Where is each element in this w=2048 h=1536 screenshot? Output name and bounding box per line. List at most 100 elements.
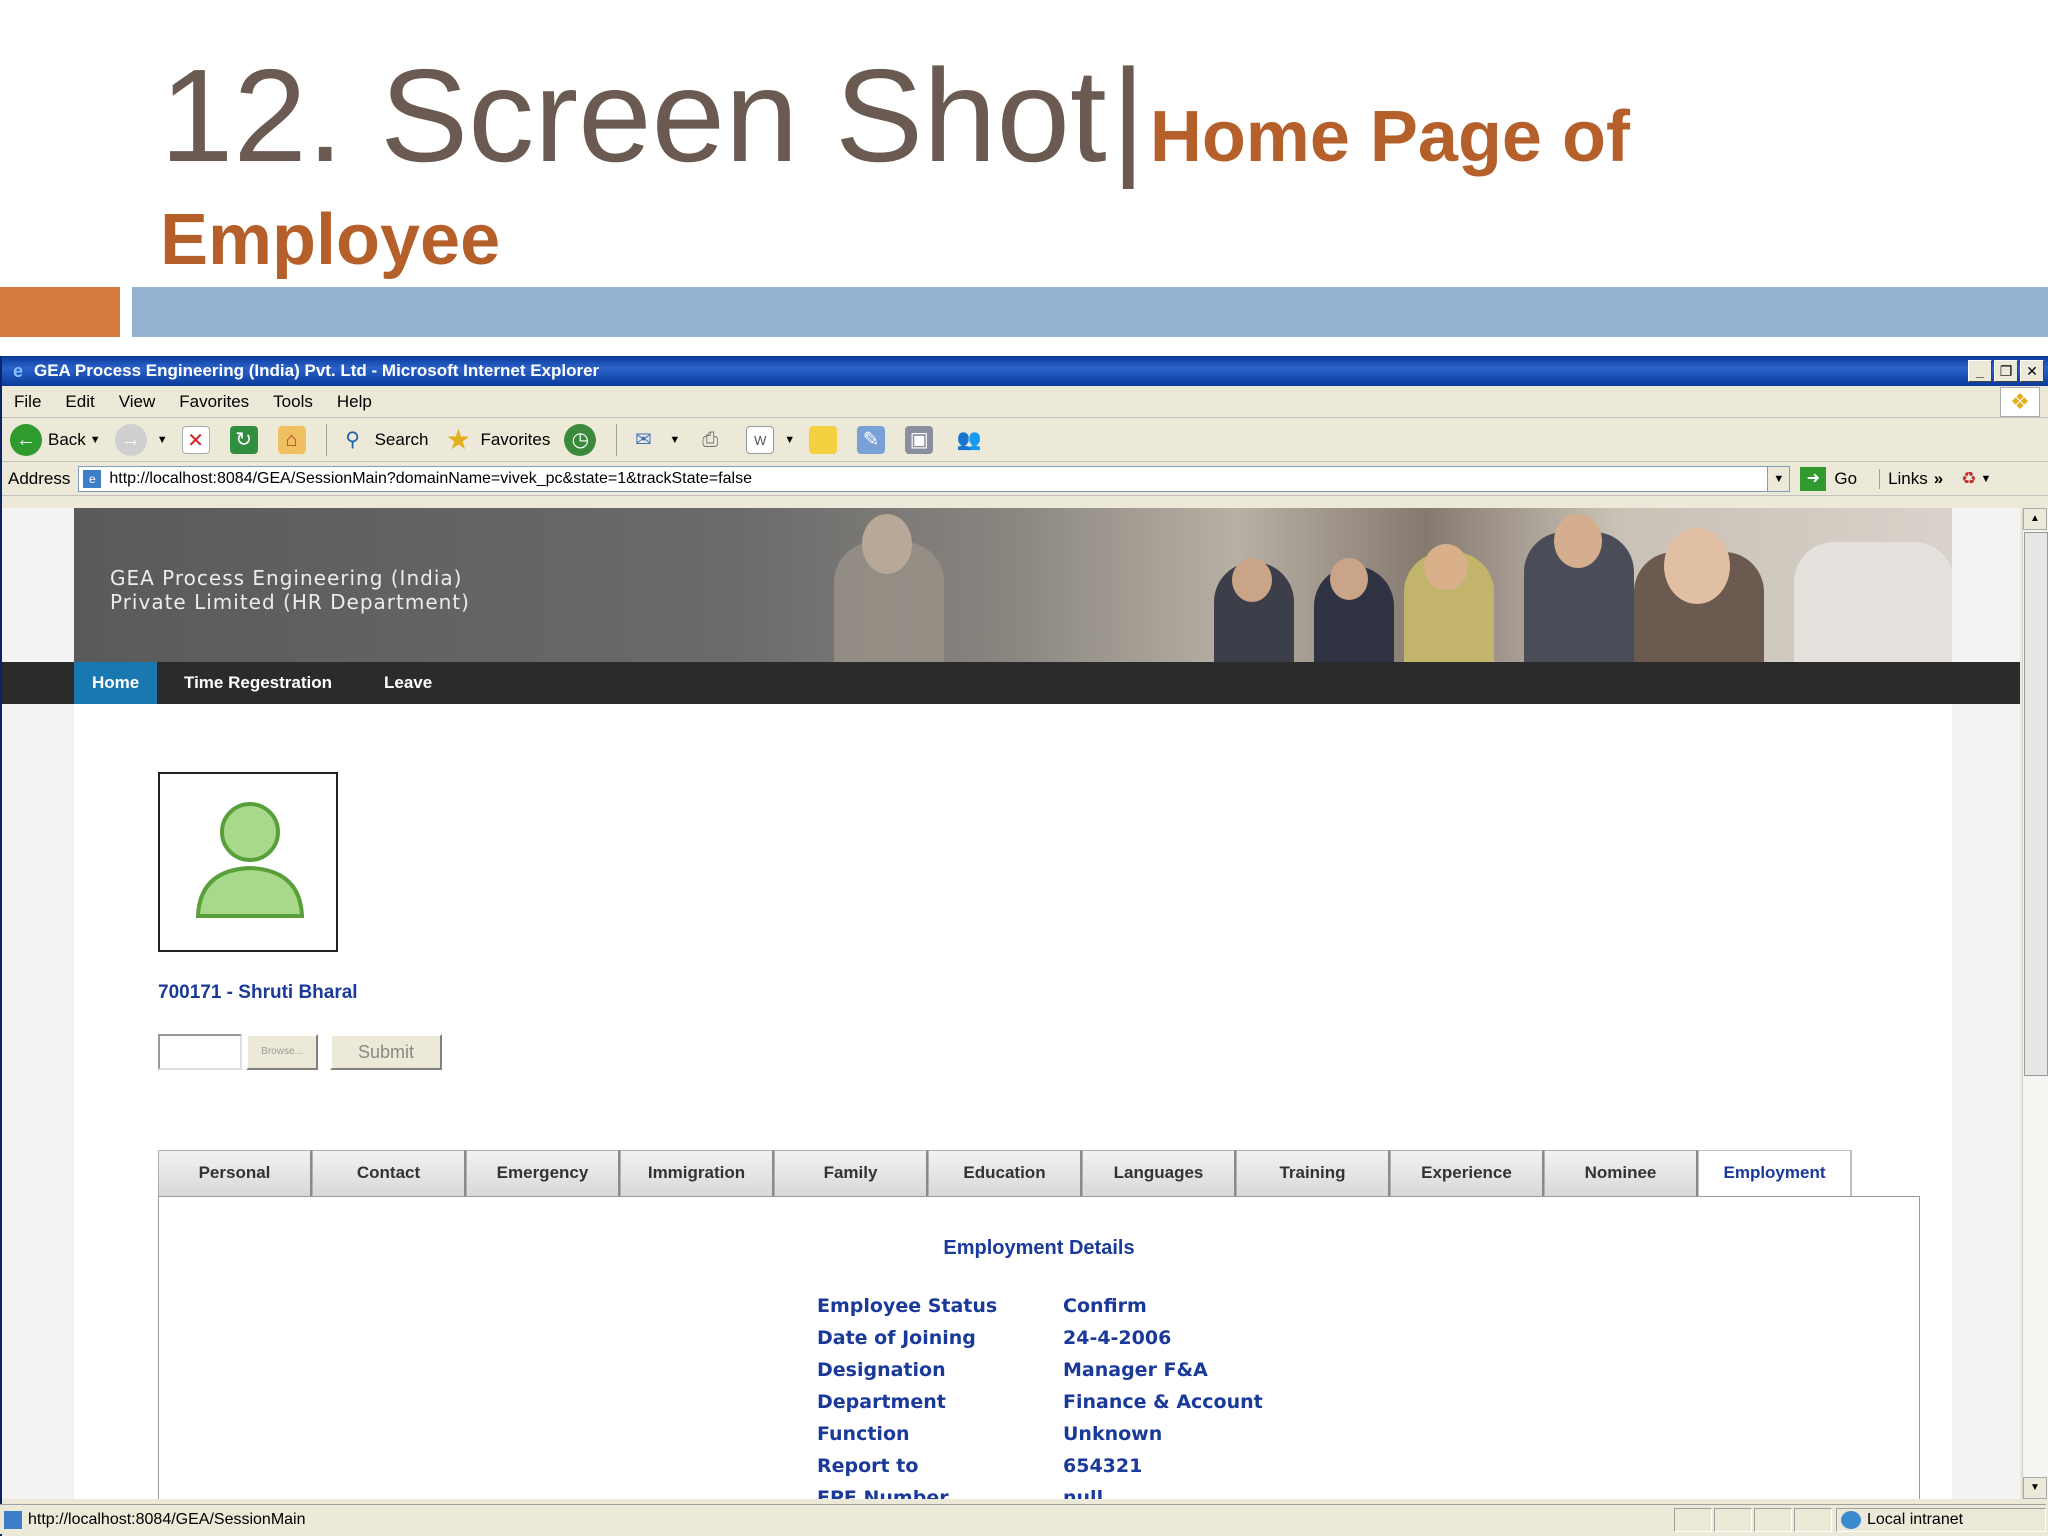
forward-dropdown-icon[interactable]: ▼ xyxy=(157,434,168,446)
messenger-button[interactable]: ✎ xyxy=(857,425,891,454)
tab-experience[interactable]: Experience xyxy=(1390,1150,1544,1196)
print-icon: ⎙ xyxy=(702,428,719,451)
forward-button[interactable]: → ▼ xyxy=(114,423,168,456)
tab-languages[interactable]: Languages xyxy=(1082,1150,1236,1196)
web-page: GEA Process Engineering (India) Private … xyxy=(2,508,2020,1499)
stop-icon: ✕ xyxy=(181,425,210,454)
media-button[interactable]: ▣ xyxy=(905,425,939,454)
menu-edit[interactable]: Edit xyxy=(65,392,94,412)
toolbar-separator xyxy=(616,423,618,456)
company-line-1: GEA Process Engineering (India) xyxy=(110,566,463,590)
browse-button[interactable]: Browse... xyxy=(246,1034,318,1070)
menu-tools[interactable]: Tools xyxy=(273,392,313,412)
contacts-button[interactable]: 👥 xyxy=(953,424,991,456)
tab-contact[interactable]: Contact xyxy=(312,1150,466,1196)
employment-panel: Employment Details Employee Status Confi… xyxy=(158,1196,1920,1499)
tab-emergency[interactable]: Emergency xyxy=(466,1150,620,1196)
banner-person-head xyxy=(1664,528,1730,604)
vertical-scrollbar[interactable]: ▲ ▼ xyxy=(2022,508,2048,1499)
restore-button[interactable]: ❐ xyxy=(1994,360,2018,382)
go-button[interactable]: ➜ Go xyxy=(1800,466,1858,491)
tab-nominee[interactable]: Nominee xyxy=(1544,1150,1698,1196)
banner-person xyxy=(1794,542,1952,662)
slide-title-sub1: Home Page of xyxy=(1149,97,1630,177)
banner-person-head xyxy=(862,514,912,574)
close-button[interactable]: ✕ xyxy=(2020,360,2044,382)
print-button[interactable]: ⎙ xyxy=(694,424,732,456)
submit-button[interactable]: Submit xyxy=(330,1034,442,1070)
address-url: http://localhost:8084/GEA/SessionMain?do… xyxy=(109,469,752,487)
tab-education[interactable]: Education xyxy=(928,1150,1082,1196)
tab-training[interactable]: Training xyxy=(1236,1150,1390,1196)
back-dropdown-icon[interactable]: ▼ xyxy=(90,434,101,446)
status-cell xyxy=(1794,1507,1832,1532)
menu-favorites[interactable]: Favorites xyxy=(179,392,249,412)
detail-row: Report to 654321 xyxy=(817,1455,1617,1485)
address-label: Address xyxy=(8,468,71,488)
tab-personal[interactable]: Personal xyxy=(158,1150,312,1196)
stop-button[interactable]: ✕ xyxy=(181,425,216,454)
tab-family[interactable]: Family xyxy=(774,1150,928,1196)
menu-file[interactable]: File xyxy=(14,392,41,412)
nav-time-registration[interactable]: Time Regestration xyxy=(166,662,350,704)
favorites-label: Favorites xyxy=(480,429,551,449)
photo-file-input[interactable] xyxy=(158,1034,242,1070)
status-cell xyxy=(1674,1507,1712,1532)
back-button[interactable]: ← Back ▼ xyxy=(10,423,101,456)
accent-band-blue xyxy=(132,287,2048,337)
address-dropdown-icon[interactable]: ▼ xyxy=(1767,466,1790,491)
refresh-button[interactable]: ↻ xyxy=(229,425,264,454)
status-bar: http://localhost:8084/GEA/SessionMain Lo… xyxy=(0,1504,2046,1534)
scroll-up-icon[interactable]: ▲ xyxy=(2023,508,2047,530)
scroll-down-icon[interactable]: ▼ xyxy=(2023,1477,2047,1499)
search-button[interactable]: ⚲ Search xyxy=(337,424,428,456)
home-button[interactable]: ⌂ xyxy=(277,425,312,454)
minimize-button[interactable]: _ xyxy=(1968,360,1992,382)
tab-employment[interactable]: Employment xyxy=(1698,1150,1852,1198)
chevron-right-icon[interactable]: » xyxy=(1934,469,1943,489)
zone-label: Local intranet xyxy=(1867,1510,1964,1528)
detail-label: Designation xyxy=(817,1359,946,1381)
mail-dropdown-icon[interactable]: ▼ xyxy=(669,434,680,446)
detail-value: Confirm xyxy=(1063,1295,1147,1317)
scroll-thumb[interactable] xyxy=(2024,532,2048,1076)
toolbar-extra-icon[interactable]: ♻ xyxy=(1961,469,1976,489)
ie-logo-icon: e xyxy=(12,361,23,381)
favorites-button[interactable]: ★ Favorites xyxy=(442,424,550,456)
user-avatar-icon xyxy=(195,802,305,918)
detail-row: EPF Number null xyxy=(817,1487,1617,1499)
search-icon: ⚲ xyxy=(345,428,360,451)
edit-dropdown-icon[interactable]: ▼ xyxy=(784,434,795,446)
page-viewport: GEA Process Engineering (India) Private … xyxy=(2,508,2020,1499)
nav-home[interactable]: Home xyxy=(74,662,158,704)
links-button[interactable]: Links xyxy=(1879,468,1928,489)
banner-person-head xyxy=(1554,514,1602,568)
detail-label: Date of Joining xyxy=(817,1327,976,1349)
edit-button[interactable]: W ▼ xyxy=(746,425,795,454)
intranet-globe-icon xyxy=(1841,1510,1861,1529)
note-icon xyxy=(809,425,838,454)
detail-value: Finance & Account xyxy=(1063,1391,1263,1413)
nav-leave[interactable]: Leave xyxy=(366,662,450,704)
security-zone: Local intranet xyxy=(1836,1507,2046,1532)
mail-icon: ✉ xyxy=(634,428,652,451)
detail-label: Department xyxy=(817,1391,946,1413)
mail-button[interactable]: ✉ ▼ xyxy=(627,424,680,456)
menu-view[interactable]: View xyxy=(119,392,156,412)
discuss-button[interactable] xyxy=(809,425,843,454)
tab-immigration[interactable]: Immigration xyxy=(620,1150,774,1196)
accent-band-orange xyxy=(0,287,120,337)
go-arrow-icon: ➜ xyxy=(1800,466,1827,491)
people-icon: 👥 xyxy=(956,428,982,451)
status-cell xyxy=(1714,1507,1752,1532)
back-arrow-icon: ← xyxy=(10,423,42,456)
go-label: Go xyxy=(1834,468,1858,488)
menu-help[interactable]: Help xyxy=(337,392,372,412)
banner-person-head xyxy=(1424,544,1468,590)
extra-dropdown-icon[interactable]: ▼ xyxy=(1980,473,1991,485)
history-button[interactable]: ◷ xyxy=(564,423,602,456)
address-input[interactable]: e http://localhost:8084/GEA/SessionMain?… xyxy=(78,465,1791,492)
research-icon: ✎ xyxy=(857,425,886,454)
company-name: GEA Process Engineering (India) Private … xyxy=(110,566,470,614)
detail-row: Function Unknown xyxy=(817,1423,1617,1453)
